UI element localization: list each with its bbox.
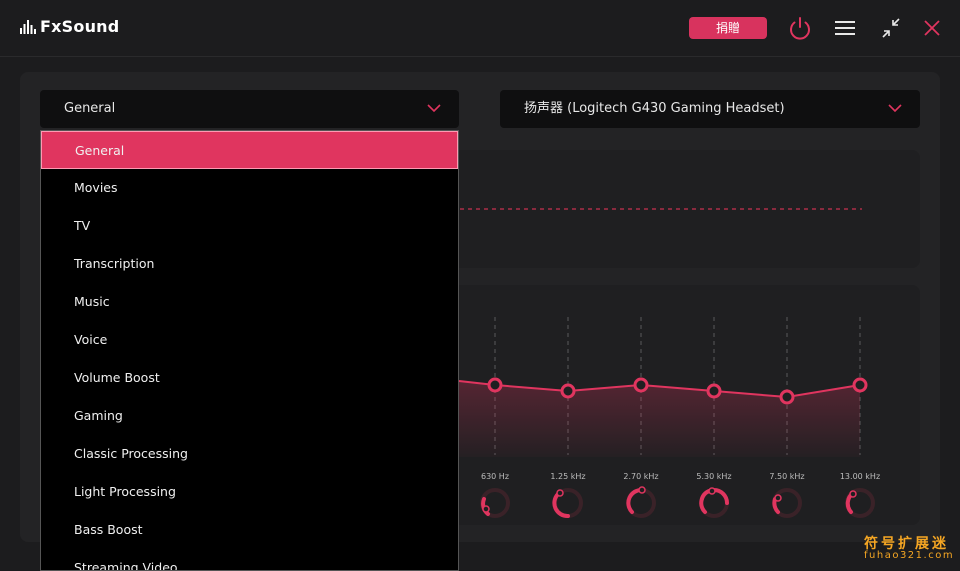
output-device-value: 扬声器 (Logitech G430 Gaming Headset) bbox=[524, 101, 785, 116]
preset-option-general[interactable]: General bbox=[41, 131, 458, 169]
minimize-icon[interactable] bbox=[877, 14, 905, 42]
eq-band-label: 13.00 kHz bbox=[839, 472, 881, 481]
preset-select[interactable]: General bbox=[40, 90, 459, 128]
eq-band-label: 2.70 kHz bbox=[623, 472, 659, 481]
preset-dropdown-list: General Movies TV Transcription Music Vo… bbox=[40, 130, 459, 571]
preset-option-music[interactable]: Music bbox=[41, 283, 458, 321]
watermark-url: fuhao321.com bbox=[864, 550, 955, 561]
fxsound-logo-icon bbox=[20, 19, 36, 34]
eq-band-knob[interactable] bbox=[477, 485, 513, 521]
eq-band-handle[interactable] bbox=[779, 389, 795, 405]
preset-option-tv[interactable]: TV bbox=[41, 207, 458, 245]
eq-band-handle[interactable] bbox=[560, 383, 576, 399]
eq-band-label: 7.50 kHz bbox=[769, 472, 805, 481]
preset-option-gaming[interactable]: Gaming bbox=[41, 397, 458, 435]
donate-button[interactable]: 捐贈 bbox=[689, 17, 767, 39]
eq-band-handle[interactable] bbox=[706, 383, 722, 399]
title-bar: FxSound 捐贈 bbox=[0, 0, 960, 57]
preset-option-streaming-video[interactable]: Streaming Video bbox=[41, 549, 458, 570]
preset-option-classic-processing[interactable]: Classic Processing bbox=[41, 435, 458, 473]
chevron-down-icon bbox=[427, 104, 441, 113]
eq-band-label: 630 Hz bbox=[480, 472, 510, 481]
eq-band-handle[interactable] bbox=[487, 377, 503, 393]
eq-band-knob[interactable] bbox=[623, 485, 659, 521]
eq-band-knob[interactable] bbox=[842, 485, 878, 521]
preset-option-light-processing[interactable]: Light Processing bbox=[41, 473, 458, 511]
power-icon[interactable] bbox=[786, 14, 814, 42]
output-device-select[interactable]: 扬声器 (Logitech G430 Gaming Headset) bbox=[500, 90, 920, 128]
menu-icon[interactable] bbox=[831, 14, 859, 42]
eq-band-label: 5.30 kHz bbox=[696, 472, 732, 481]
eq-band-knob[interactable] bbox=[550, 485, 586, 521]
preset-option-volume-boost[interactable]: Volume Boost bbox=[41, 359, 458, 397]
preset-option-bass-boost[interactable]: Bass Boost bbox=[41, 511, 458, 549]
preset-option-movies[interactable]: Movies bbox=[41, 169, 458, 207]
preset-selected-value: General bbox=[64, 101, 116, 116]
eq-band-knob[interactable] bbox=[696, 485, 732, 521]
close-icon[interactable] bbox=[918, 14, 946, 42]
eq-band-label: 1.25 kHz bbox=[550, 472, 586, 481]
eq-band-handle[interactable] bbox=[633, 377, 649, 393]
eq-band-knob[interactable] bbox=[769, 485, 805, 521]
chevron-down-icon bbox=[888, 104, 902, 113]
preset-option-transcription[interactable]: Transcription bbox=[41, 245, 458, 283]
preset-option-voice[interactable]: Voice bbox=[41, 321, 458, 359]
app-name: FxSound bbox=[40, 17, 120, 36]
eq-band-handle[interactable] bbox=[852, 377, 868, 393]
app-logo: FxSound bbox=[20, 17, 119, 36]
